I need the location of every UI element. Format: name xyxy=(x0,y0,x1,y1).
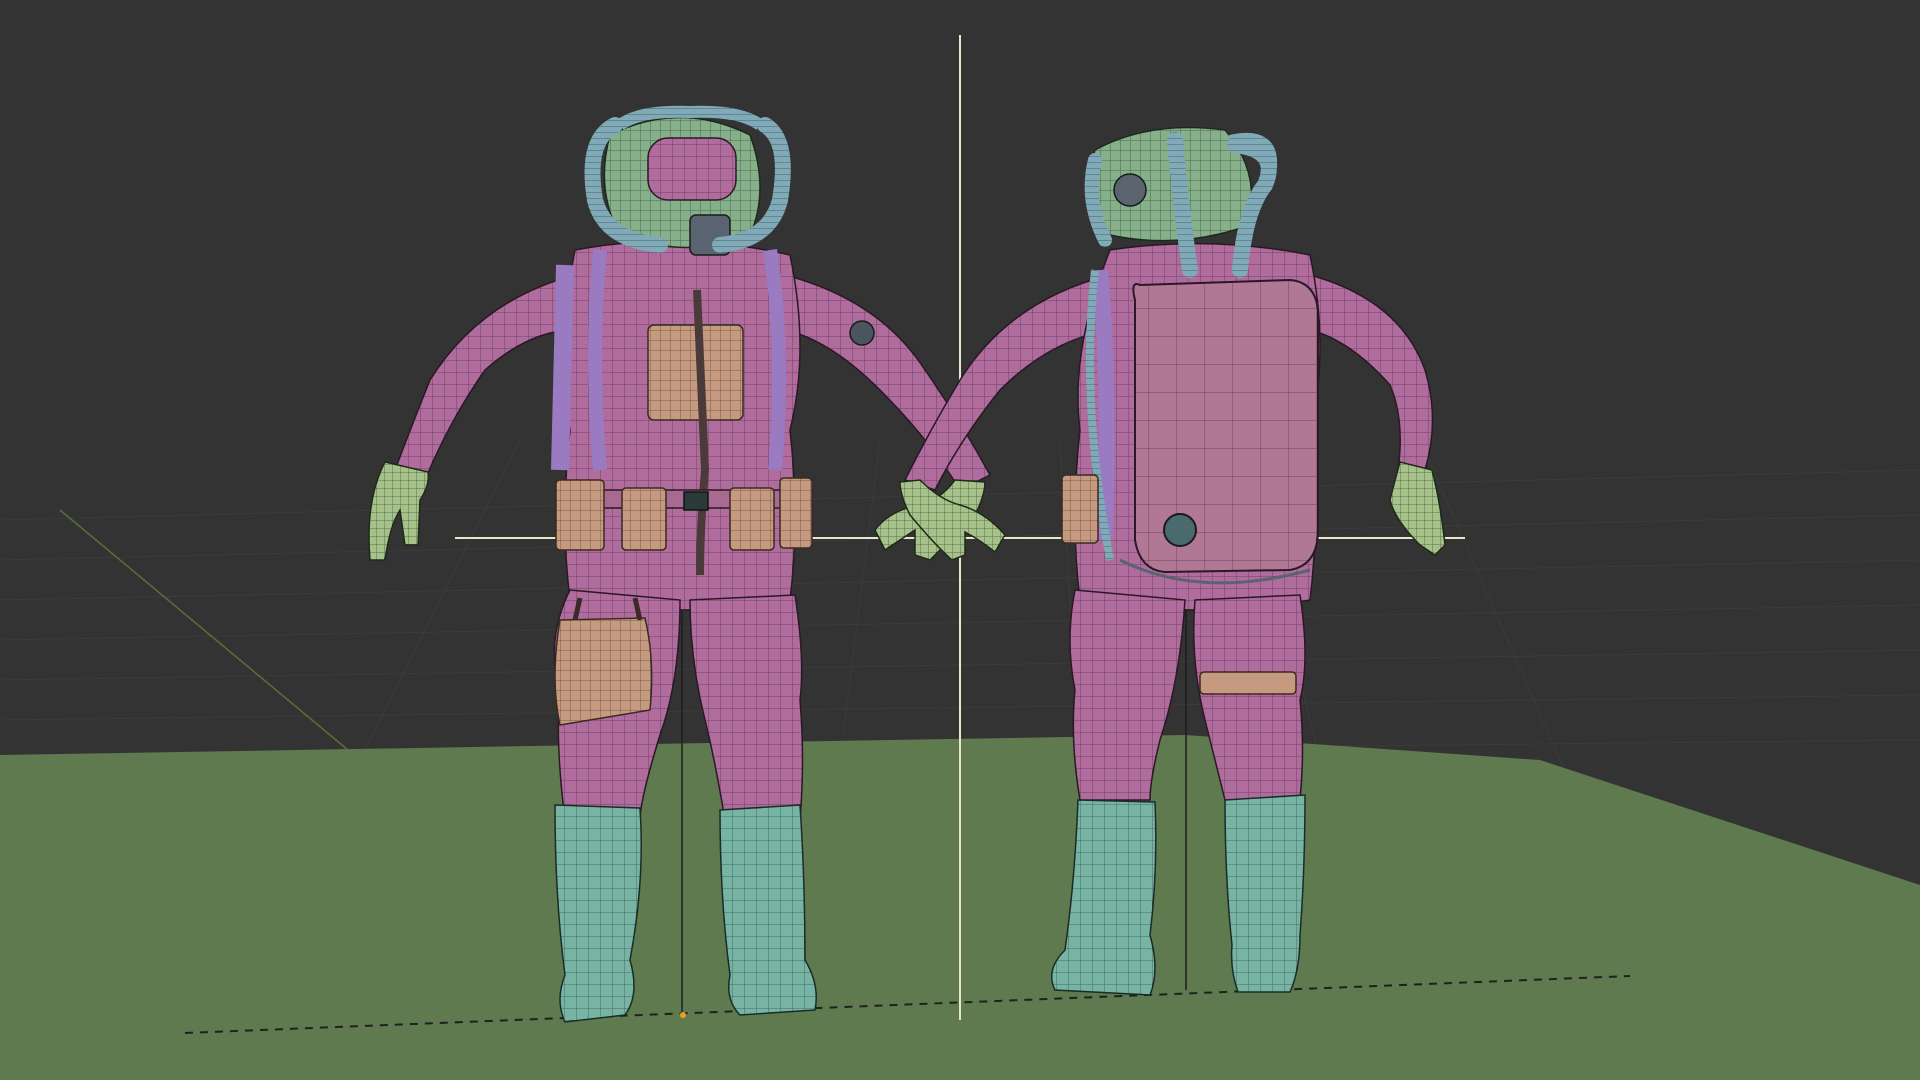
3d-viewport[interactable] xyxy=(0,0,1920,1080)
visor xyxy=(647,137,737,201)
helmet-valve xyxy=(1113,173,1147,207)
belt-pouch-2 xyxy=(621,487,667,551)
belt-pouch-4 xyxy=(779,477,813,549)
belt-buckle xyxy=(683,491,709,511)
belt-pouch-1 xyxy=(555,479,605,551)
backpack xyxy=(1132,278,1319,574)
back-right-boot xyxy=(1224,794,1306,993)
viewport-canvas[interactable] xyxy=(0,0,1920,1080)
left-tank-tube xyxy=(551,264,574,471)
back-side-pouch xyxy=(1061,474,1099,544)
backpack-valve xyxy=(1163,513,1197,547)
left-shoulder-strap xyxy=(588,249,607,471)
belt-pouch-3 xyxy=(729,487,775,551)
thigh-pouch xyxy=(554,617,653,726)
left-boot xyxy=(554,804,642,1023)
right-boot xyxy=(719,804,817,1016)
shoulder-patch xyxy=(849,320,875,346)
leg-strap xyxy=(1199,671,1297,695)
origin-point xyxy=(680,1012,686,1018)
